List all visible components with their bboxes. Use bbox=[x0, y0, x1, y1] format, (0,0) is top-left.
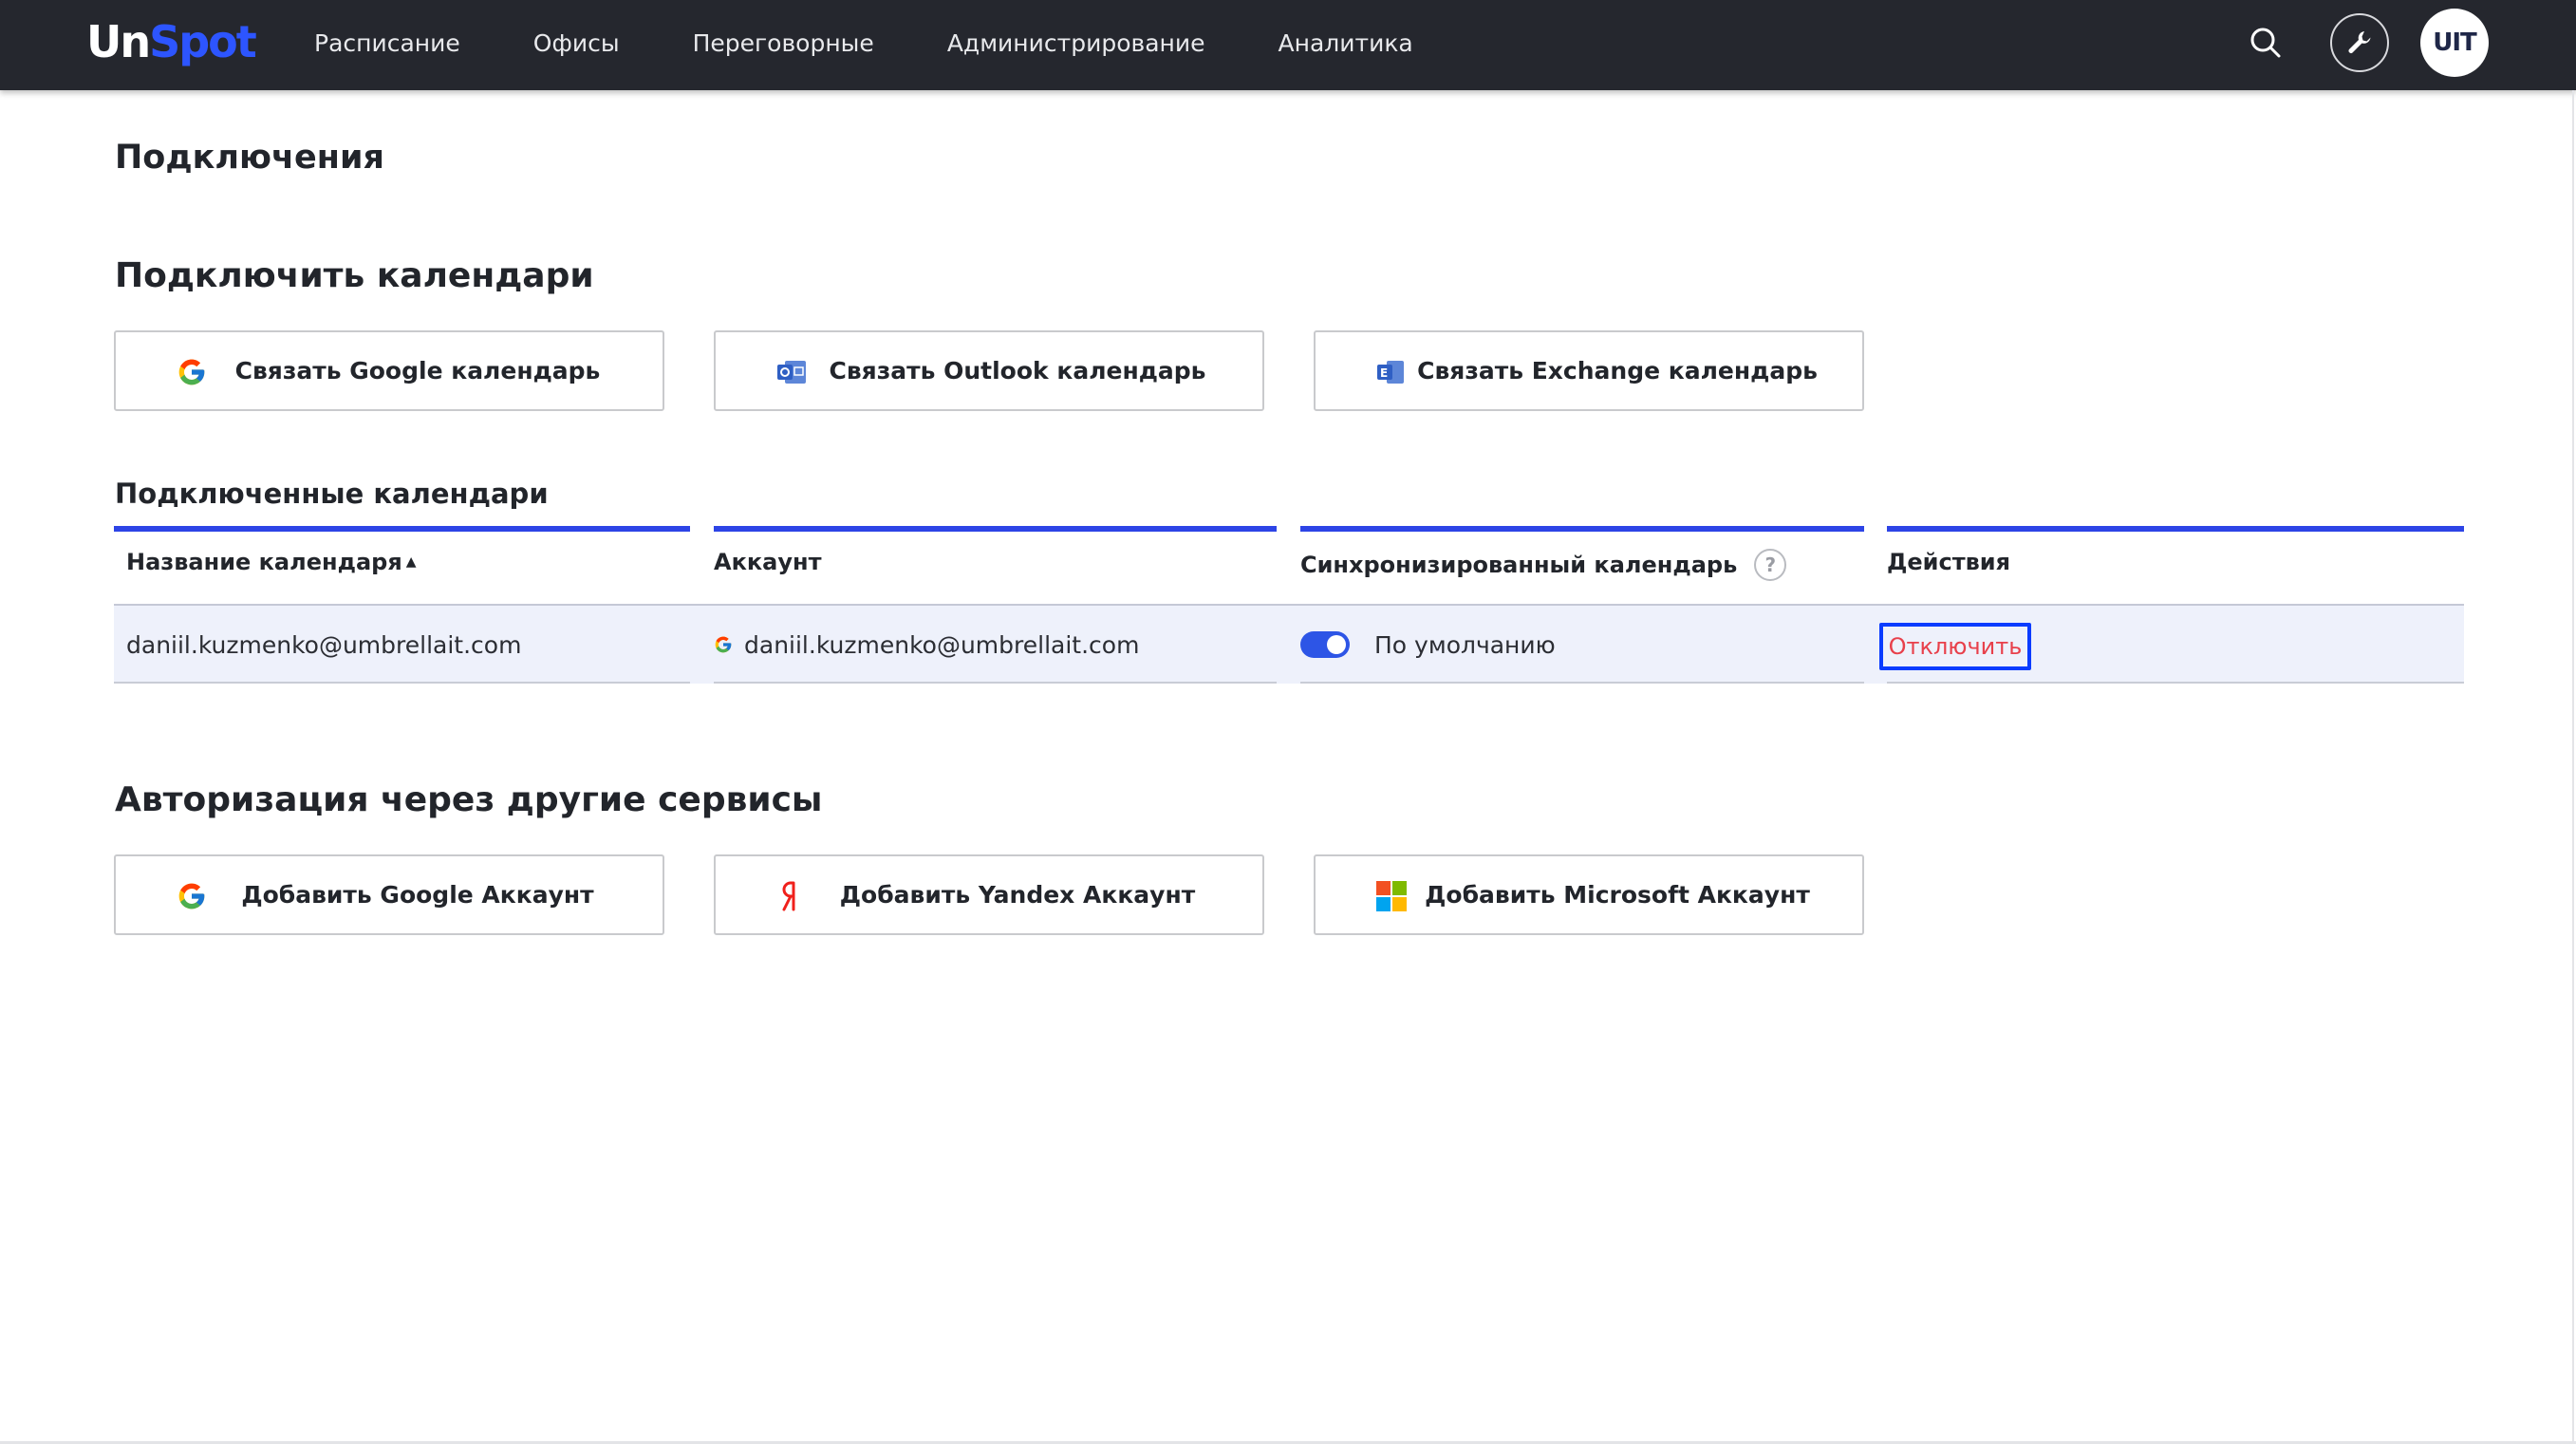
svg-text:E: E bbox=[1380, 366, 1388, 380]
synced-calendar-cell: По умолчанию bbox=[1300, 622, 1556, 667]
window-right-edge bbox=[2572, 90, 2574, 1444]
sync-toggle[interactable] bbox=[1300, 631, 1350, 658]
account-cell: daniil.kuzmenko@umbrellait.com bbox=[714, 622, 1139, 667]
column-header-calendar-name-label: Название календаря bbox=[126, 549, 402, 575]
row-divider bbox=[114, 682, 690, 684]
auth-services-title: Авторизация через другие сервисы bbox=[115, 780, 823, 819]
add-microsoft-account-button[interactable]: Добавить Microsoft Аккаунт bbox=[1314, 854, 1864, 935]
column-header-account-label: Аккаунт bbox=[714, 549, 822, 575]
main-nav: Расписание Офисы Переговорные Администри… bbox=[314, 0, 1486, 85]
nav-item-administration[interactable]: Администрирование bbox=[947, 29, 1205, 57]
connect-exchange-calendar-button[interactable]: E Связать Exchange календарь bbox=[1314, 330, 1864, 411]
nav-item-offices[interactable]: Офисы bbox=[533, 29, 620, 57]
column-accent-bar bbox=[1300, 526, 1864, 532]
calendar-name-cell: daniil.kuzmenko@umbrellait.com bbox=[126, 630, 522, 659]
unspot-logo[interactable]: UnSpot bbox=[86, 13, 257, 70]
synced-calendar-label: По умолчанию bbox=[1374, 630, 1556, 659]
connect-outlook-calendar-button[interactable]: Связать Outlook календарь bbox=[714, 330, 1264, 411]
row-divider bbox=[714, 682, 1277, 684]
column-accent-bar bbox=[1887, 526, 2464, 532]
column-header-synced-calendar-label: Синхронизированный календарь bbox=[1300, 552, 1738, 578]
top-navigation-bar: UnSpot Расписание Офисы Переговорные Адм… bbox=[0, 0, 2576, 90]
nav-item-analytics[interactable]: Аналитика bbox=[1279, 29, 1413, 57]
column-header-synced-calendar: Синхронизированный календарь ? bbox=[1300, 549, 1787, 581]
column-header-calendar-name[interactable]: Название календаря ▲ bbox=[126, 549, 417, 575]
page-title: Подключения bbox=[115, 139, 384, 177]
logo-text-spot: Spot bbox=[149, 16, 257, 67]
connected-calendars-title: Подключенные календари bbox=[115, 478, 549, 510]
google-icon bbox=[173, 353, 211, 391]
column-header-actions-label: Действия bbox=[1887, 549, 2011, 575]
row-divider bbox=[1300, 682, 1864, 684]
add-yandex-account-button[interactable]: Добавить Yandex Аккаунт bbox=[714, 854, 1264, 935]
exchange-icon: E bbox=[1372, 353, 1410, 391]
column-header-actions: Действия bbox=[1887, 549, 2010, 575]
nav-item-schedule[interactable]: Расписание bbox=[314, 29, 460, 57]
settings-button[interactable] bbox=[2330, 13, 2389, 72]
disconnect-button[interactable]: Отключить bbox=[1879, 623, 2031, 670]
help-icon[interactable]: ? bbox=[1754, 549, 1787, 581]
nav-item-meeting-rooms[interactable]: Переговорные bbox=[693, 29, 874, 57]
user-avatar[interactable]: UIT bbox=[2420, 9, 2489, 77]
toggle-knob bbox=[1327, 635, 1346, 654]
connect-calendars-title: Подключить календари bbox=[115, 256, 594, 295]
outlook-icon bbox=[773, 353, 811, 391]
google-icon bbox=[173, 877, 211, 915]
yandex-icon bbox=[773, 877, 811, 915]
logo-text-un: Un bbox=[86, 16, 151, 67]
column-accent-bar bbox=[114, 526, 690, 532]
microsoft-icon bbox=[1372, 877, 1410, 915]
wrench-icon bbox=[2348, 31, 2371, 53]
column-header-account: Аккаунт bbox=[714, 549, 821, 575]
sort-ascending-icon: ▲ bbox=[405, 554, 417, 570]
search-icon bbox=[2250, 28, 2281, 58]
google-icon bbox=[714, 635, 733, 654]
row-divider bbox=[1887, 682, 2464, 684]
add-google-account-button[interactable]: Добавить Google Аккаунт bbox=[114, 854, 664, 935]
column-accent-bar bbox=[714, 526, 1277, 532]
account-email: daniil.kuzmenko@umbrellait.com bbox=[744, 630, 1140, 659]
search-button[interactable] bbox=[2236, 13, 2295, 72]
connect-google-calendar-button[interactable]: Связать Google календарь bbox=[114, 330, 664, 411]
